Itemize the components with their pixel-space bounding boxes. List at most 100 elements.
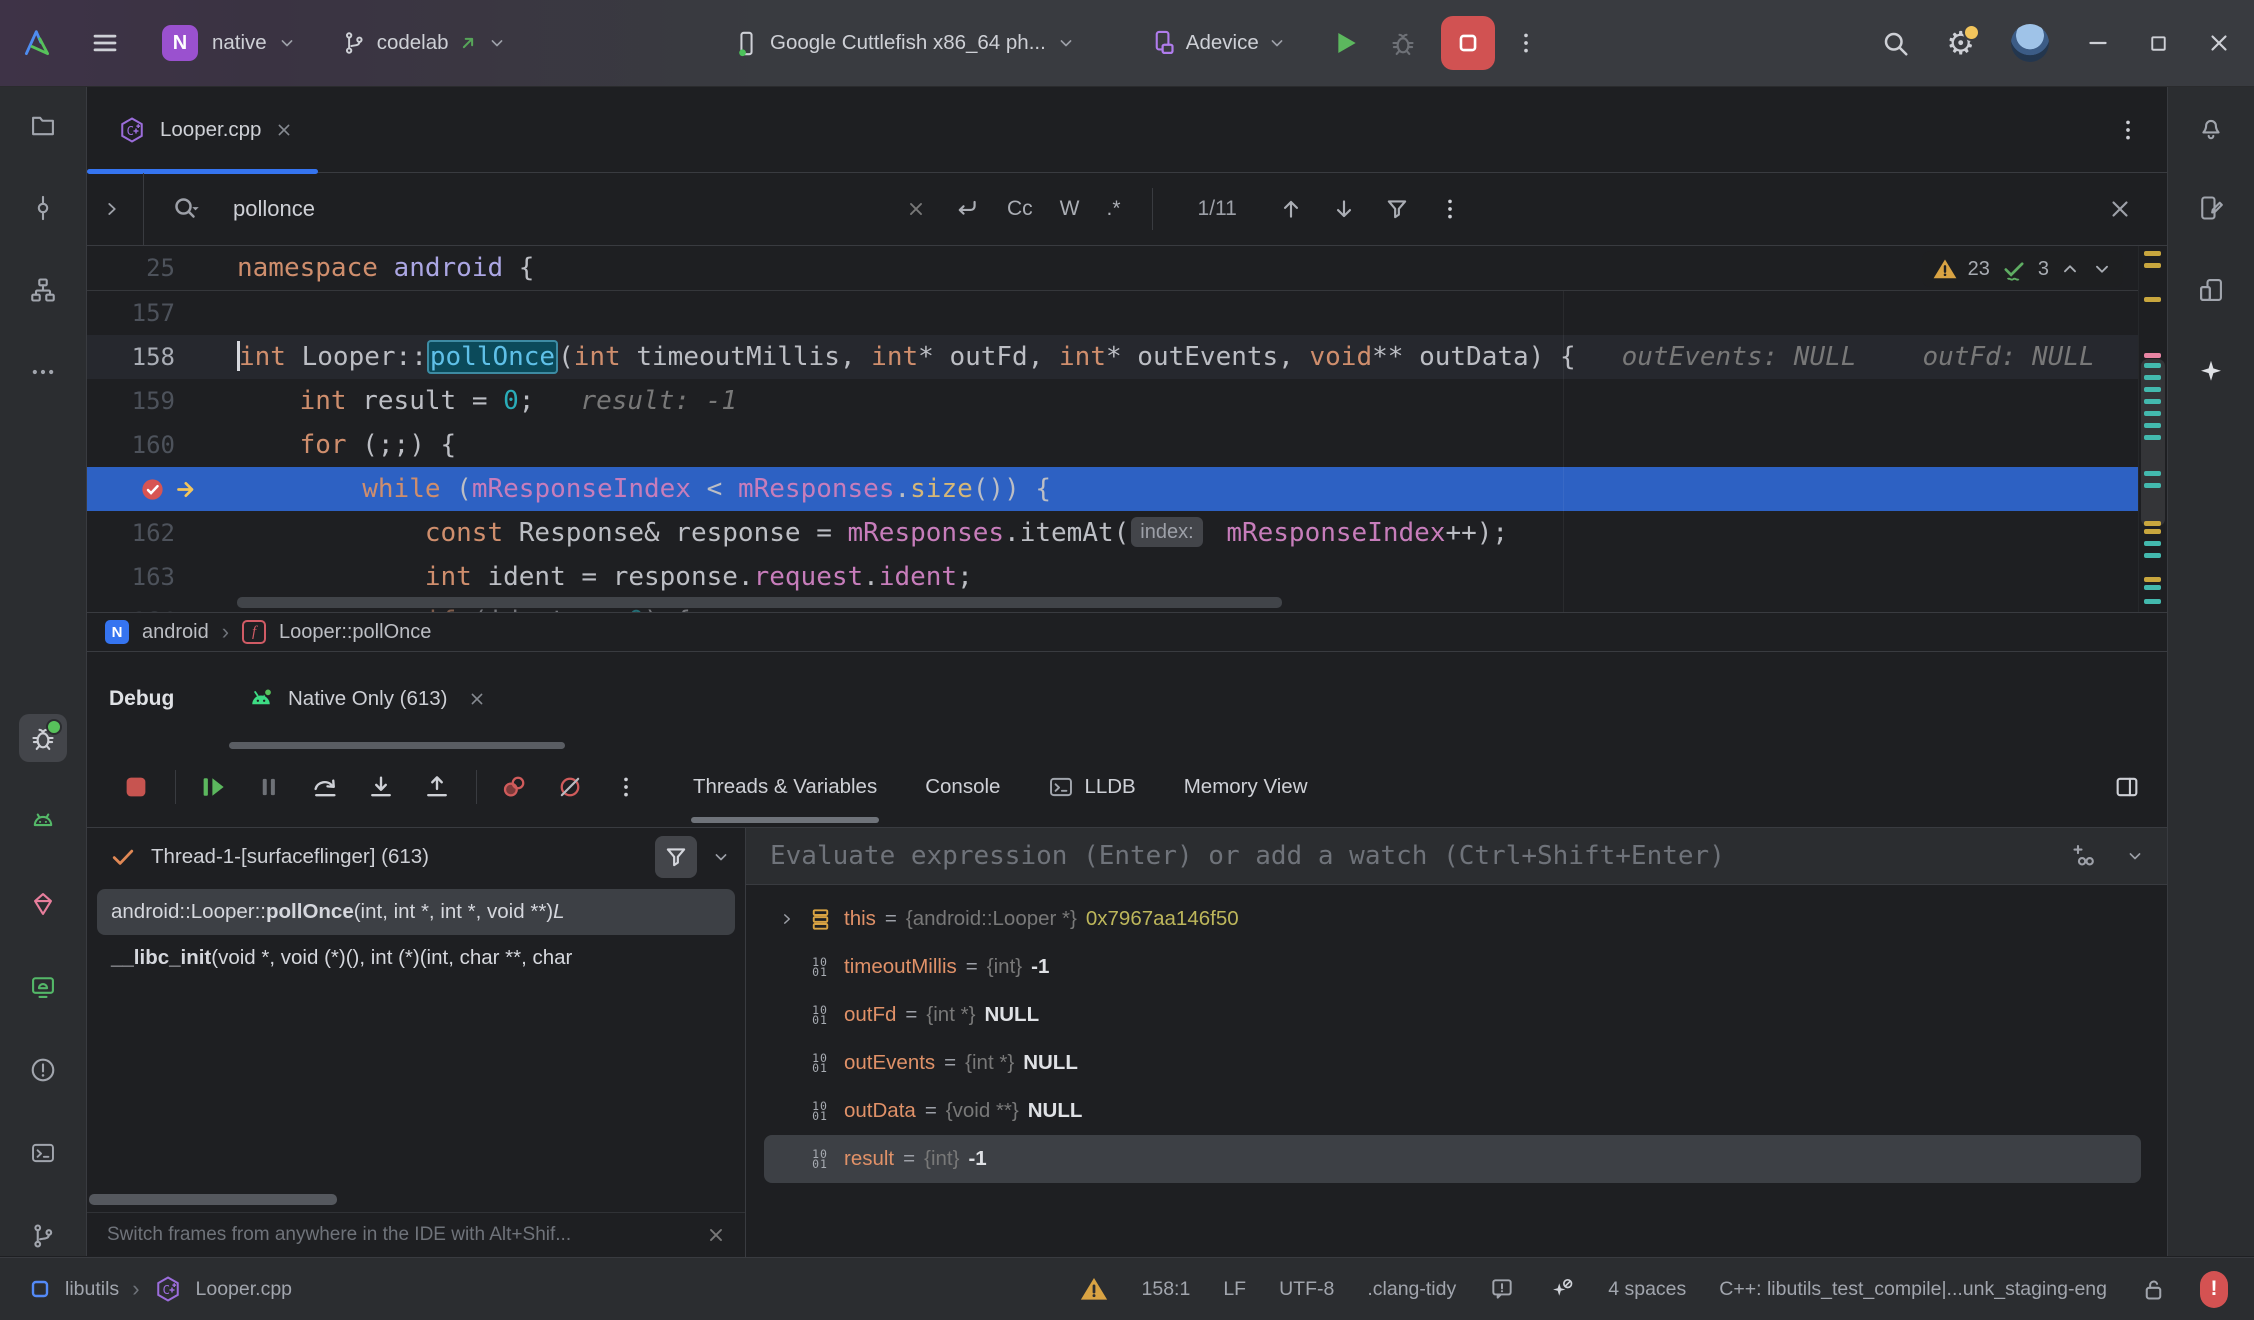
- line-number[interactable]: 25: [87, 246, 237, 290]
- stripe-mark[interactable]: [2144, 521, 2161, 526]
- editor-hscrollbar[interactable]: [237, 597, 1282, 608]
- doc-pencil-icon[interactable]: [2187, 184, 2235, 232]
- stripe-mark[interactable]: [2144, 363, 2161, 368]
- avatar[interactable]: [2011, 24, 2049, 62]
- breakpoint-gutter[interactable]: [87, 467, 237, 511]
- search-icon[interactable]: [171, 194, 201, 224]
- main-menu-button[interactable]: [90, 28, 120, 58]
- device-selector[interactable]: Google Cuttlefish x86_64 ph...: [770, 31, 1046, 55]
- inspection-bubble-icon[interactable]: [1489, 1276, 1515, 1302]
- search-everywhere-button[interactable]: [1880, 28, 1910, 58]
- debug-button[interactable]: [1389, 29, 1417, 57]
- layout-settings-icon[interactable]: [2113, 773, 2141, 801]
- debug-session-tab[interactable]: Native Only (613): [247, 685, 487, 713]
- debug-tab-memory-view[interactable]: Memory View: [1184, 746, 1308, 827]
- gem-icon[interactable]: [19, 880, 67, 928]
- breadcrumb-item[interactable]: android: [142, 621, 209, 644]
- clear-search-icon[interactable]: [905, 198, 927, 220]
- stripe-mark[interactable]: [2144, 585, 2161, 590]
- stripe-mark[interactable]: [2144, 599, 2161, 604]
- chevron-down-icon[interactable]: [277, 33, 297, 53]
- search-options-button[interactable]: [1437, 196, 1463, 222]
- variable-row[interactable]: 1001result={int}-1: [764, 1135, 2141, 1183]
- code-line[interactable]: 159 int result = 0;result: -1: [87, 379, 2167, 423]
- expand-chevron-icon[interactable]: [772, 910, 802, 928]
- line-number[interactable]: 157: [87, 291, 237, 335]
- build-config-widget[interactable]: C++: libutils_test_compile|...unk_stagin…: [1719, 1278, 2107, 1301]
- run-config-selector[interactable]: Adevice: [1186, 31, 1259, 55]
- minimize-button[interactable]: [2085, 30, 2111, 56]
- code-line[interactable]: 163 int ident = response.request.ident;: [87, 555, 2167, 599]
- tab-looper-cpp[interactable]: C Looper.cpp: [87, 87, 318, 172]
- hide-frames-filter-button[interactable]: [655, 836, 697, 878]
- stripe-thumb[interactable]: [2141, 359, 2165, 526]
- variable-row[interactable]: 1001outEvents={int *}NULL: [764, 1039, 2141, 1087]
- stripe-mark[interactable]: [2144, 553, 2161, 558]
- stripe-mark[interactable]: [2144, 297, 2161, 302]
- file-encoding[interactable]: UTF-8: [1279, 1278, 1334, 1301]
- next-match-button[interactable]: [1331, 196, 1357, 222]
- code-editor[interactable]: 25namespace android { 157158int Looper::…: [87, 246, 2167, 613]
- unlocked-icon[interactable]: [2140, 1276, 2167, 1303]
- line-number[interactable]: 160: [87, 423, 237, 467]
- more-actions-button[interactable]: [1513, 30, 1539, 56]
- stack-frame-row[interactable]: android::Looper::pollOnce(int, int *, in…: [97, 889, 735, 935]
- words-toggle[interactable]: W: [1060, 197, 1080, 221]
- stripe-mark[interactable]: [2144, 251, 2161, 256]
- close-search-icon[interactable]: [2107, 196, 2133, 222]
- code-line[interactable]: 160 for (;;) {: [87, 423, 2167, 467]
- prev-problem-icon[interactable]: [2059, 258, 2081, 280]
- bell-icon[interactable]: [2187, 102, 2235, 150]
- settings-button[interactable]: ⚙: [1946, 27, 1975, 59]
- close-button[interactable]: [2206, 30, 2232, 56]
- spark-icon[interactable]: [2187, 348, 2235, 396]
- debug-icon[interactable]: [19, 714, 67, 762]
- line-separator[interactable]: LF: [1223, 1278, 1246, 1301]
- stripe-mark[interactable]: [2144, 375, 2161, 380]
- debug-tab-lldb[interactable]: LLDB: [1048, 746, 1135, 827]
- expand-search-icon[interactable]: [101, 198, 123, 220]
- stripe-mark[interactable]: [2144, 423, 2161, 428]
- chevron-down-icon[interactable]: [1056, 33, 1076, 53]
- stripe-mark[interactable]: [2144, 387, 2161, 392]
- evaluate-input[interactable]: Evaluate expression (Enter) or add a wat…: [770, 841, 2045, 871]
- stripe-mark[interactable]: [2144, 483, 2161, 488]
- line-number[interactable]: 158: [87, 335, 237, 379]
- step-out-button[interactable]: [414, 764, 460, 810]
- debug-tab-threads-variables[interactable]: Threads & Variables: [693, 746, 877, 827]
- stop-debug-button[interactable]: [113, 764, 159, 810]
- project-selector[interactable]: native: [212, 31, 267, 55]
- code-line[interactable]: 158int Looper::pollOnce(int timeoutMilli…: [87, 335, 2167, 379]
- indent-widget[interactable]: 4 spaces: [1608, 1278, 1686, 1301]
- prev-match-button[interactable]: [1278, 196, 1304, 222]
- debug-panel-title[interactable]: Debug: [109, 687, 229, 711]
- folder-icon[interactable]: [19, 102, 67, 150]
- status-module[interactable]: libutils: [65, 1278, 119, 1301]
- branch-gray-icon[interactable]: [19, 1212, 67, 1260]
- error-stripe[interactable]: [2138, 246, 2167, 612]
- resume-button[interactable]: [190, 764, 236, 810]
- frames-hscrollbar[interactable]: [89, 1194, 337, 1205]
- error-notification-badge[interactable]: !: [2200, 1271, 2228, 1308]
- newline-icon[interactable]: [954, 196, 980, 222]
- stack-frame-row[interactable]: __libc_init(void *, void (*)(), int (*)(…: [97, 935, 735, 981]
- code-line[interactable]: 162 const Response& response = mResponse…: [87, 511, 2167, 555]
- regex-toggle[interactable]: .*: [1107, 197, 1121, 221]
- device-android-icon[interactable]: [19, 963, 67, 1011]
- chevron-down-icon[interactable]: [2125, 846, 2145, 866]
- breadcrumb-item[interactable]: Looper::pollOnce: [279, 621, 431, 644]
- variable-row[interactable]: 1001timeoutMillis={int}-1: [764, 943, 2141, 991]
- stripe-mark[interactable]: [2144, 353, 2161, 358]
- terminal-icon[interactable]: [19, 1129, 67, 1177]
- inspections-widget[interactable]: 23 3: [1922, 251, 2123, 287]
- pause-button[interactable]: [246, 764, 292, 810]
- match-case-toggle[interactable]: Cc: [1007, 197, 1033, 221]
- debug-more-button[interactable]: [603, 764, 649, 810]
- code-line[interactable]: 25namespace android {: [87, 246, 2167, 290]
- variable-row[interactable]: 1001outFd={int *}NULL: [764, 991, 2141, 1039]
- session-close-icon[interactable]: [467, 689, 487, 709]
- stripe-mark[interactable]: [2144, 435, 2161, 440]
- tab-options-button[interactable]: [2115, 117, 2141, 143]
- add-watch-icon[interactable]: [2071, 842, 2099, 870]
- android-icon[interactable]: [19, 797, 67, 845]
